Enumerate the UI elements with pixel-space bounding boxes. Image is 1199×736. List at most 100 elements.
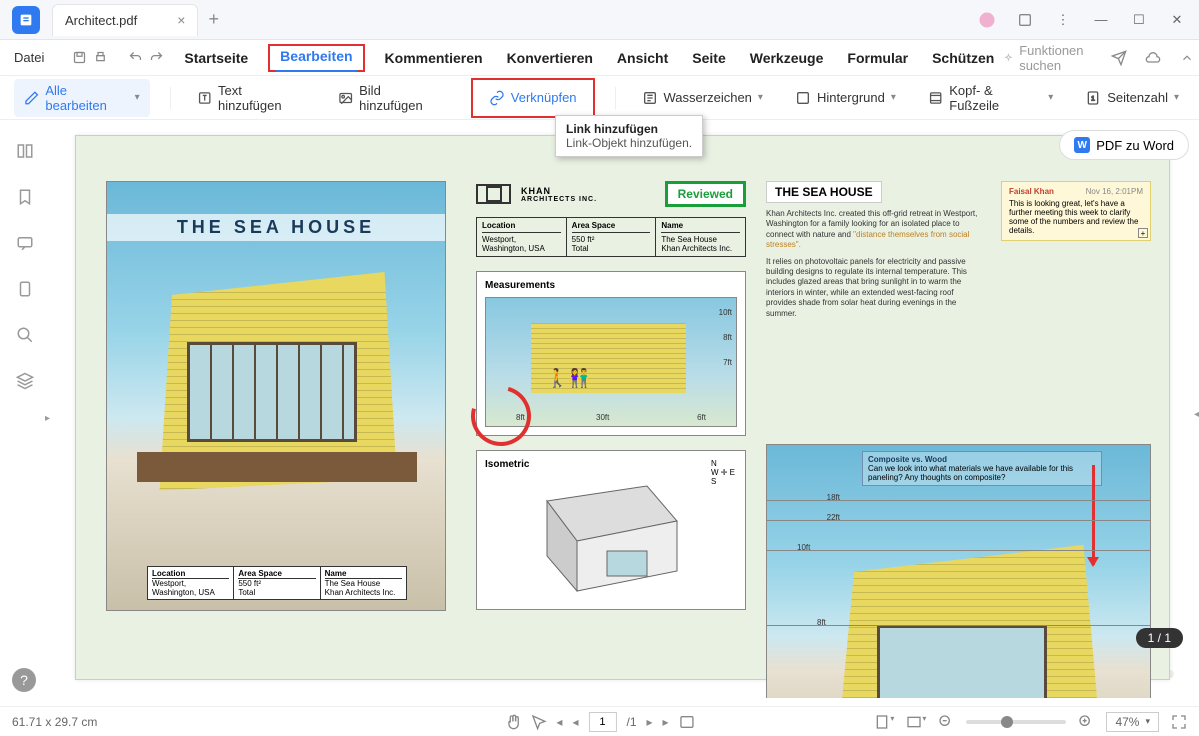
expand-sidebar-handle[interactable]: ▸: [45, 413, 50, 424]
app-logo: [12, 6, 40, 34]
print-icon[interactable]: [93, 48, 108, 68]
attachments-icon[interactable]: [14, 278, 36, 300]
tab-title: Architect.pdf: [65, 13, 137, 28]
close-window-button[interactable]: ✕: [1165, 8, 1189, 32]
prev-page-icon2[interactable]: ◂: [572, 715, 578, 729]
tab-schuetzen[interactable]: Schützen: [928, 44, 998, 72]
search-placeholder: Funktionen suchen: [1019, 43, 1088, 73]
sticky-time: Nov 16, 2:01PM: [1086, 187, 1143, 196]
annotated-render: Composite vs. Wood Can we look into what…: [766, 444, 1151, 698]
comments-icon[interactable]: [14, 232, 36, 254]
undo-icon[interactable]: [128, 48, 143, 68]
page-number-button[interactable]: 1 Seitenzahl ▾: [1079, 86, 1185, 110]
collapse-ribbon-icon[interactable]: [1177, 48, 1197, 68]
tab-werkzeuge[interactable]: Werkzeuge: [746, 44, 828, 72]
pdf-to-word-label: PDF zu Word: [1096, 138, 1174, 153]
company-name: KHAN: [521, 186, 597, 196]
sparkle-icon: [1004, 51, 1013, 65]
tab-kommentieren[interactable]: Kommentieren: [381, 44, 487, 72]
chevron-down-icon: ▾: [758, 92, 763, 103]
background-label: Hintergrund: [817, 90, 885, 105]
company-sub: ARCHITECTS INC.: [521, 196, 597, 203]
select-tool-icon[interactable]: [530, 714, 546, 730]
cloud-icon[interactable]: [1143, 48, 1163, 68]
sticky-note[interactable]: Faisal Khan Nov 16, 2:01PM This is looki…: [1001, 181, 1151, 241]
next-page-icon[interactable]: ▸: [647, 715, 653, 729]
chevron-down-icon: ▾: [891, 92, 896, 103]
search-functions[interactable]: Funktionen suchen: [1004, 43, 1088, 73]
link-button[interactable]: Verknüpfen: [483, 86, 583, 110]
isometric-render: [507, 481, 707, 601]
zoom-value: 47%: [1115, 715, 1139, 729]
company-logo-icon: [476, 184, 511, 204]
tab-formular[interactable]: Formular: [843, 44, 912, 72]
prev-page-icon[interactable]: ◂: [556, 715, 562, 729]
link-tooltip: Link hinzufügen Link-Objekt hinzufügen.: [555, 115, 703, 157]
close-tab-icon[interactable]: ×: [177, 12, 185, 28]
expand-right-panel-handle[interactable]: ◂: [1194, 409, 1199, 420]
pdf-to-word-button[interactable]: W PDF zu Word: [1059, 130, 1189, 160]
background-button[interactable]: Hintergrund ▾: [789, 86, 902, 110]
read-mode-icon[interactable]: [679, 714, 695, 730]
maximize-button[interactable]: ☐: [1127, 8, 1151, 32]
file-menu[interactable]: Datei: [14, 50, 44, 65]
tab-ansicht[interactable]: Ansicht: [613, 44, 672, 72]
header-footer-button[interactable]: Kopf- & Fußzeile ▾: [922, 79, 1059, 117]
document-tab[interactable]: Architect.pdf ×: [52, 4, 198, 36]
edit-all-label: Alle bearbeiten: [45, 83, 128, 113]
bookmarks-icon[interactable]: [14, 186, 36, 208]
fit-width-icon[interactable]: ▾: [874, 714, 894, 730]
layers-icon[interactable]: [14, 370, 36, 392]
watermark-button[interactable]: Wasserzeichen ▾: [636, 86, 769, 110]
tooltip-body: Link-Objekt hinzufügen.: [566, 136, 692, 150]
redo-icon[interactable]: [149, 48, 164, 68]
info-grid: LocationWestport, Washington, USA Area S…: [476, 217, 746, 257]
tab-bearbeiten[interactable]: Bearbeiten: [276, 42, 356, 72]
next-page-icon2[interactable]: ▸: [663, 715, 669, 729]
tab-konvertieren[interactable]: Konvertieren: [503, 44, 597, 72]
save-icon[interactable]: [72, 48, 87, 68]
help-button[interactable]: ?: [12, 668, 36, 692]
compass-icon: NW ✛ ES: [711, 459, 735, 486]
document-title: THE SEA HOUSE: [107, 214, 445, 241]
header-footer-icon: [928, 90, 943, 106]
edit-all-button[interactable]: Alle bearbeiten ▾: [14, 79, 150, 117]
word-icon: W: [1074, 137, 1090, 153]
tab-startseite[interactable]: Startseite: [180, 44, 252, 72]
link-icon: [489, 90, 505, 106]
chevron-down-icon: ▾: [135, 92, 140, 103]
add-image-button[interactable]: Bild hinzufügen: [332, 79, 451, 117]
search-icon[interactable]: [14, 324, 36, 346]
pencil-icon: [24, 90, 39, 106]
pdf-page: THE SEA HOUSE LocationWestport, Washingt…: [75, 135, 1170, 680]
tooltip-title: Link hinzufügen: [566, 122, 692, 136]
sticky-expand-icon[interactable]: +: [1138, 228, 1148, 238]
notes-icon[interactable]: [1013, 8, 1037, 32]
zoom-slider[interactable]: [966, 720, 1066, 724]
description-2: It relies on photovoltaic panels for ele…: [766, 257, 986, 319]
measurements-title: Measurements: [485, 280, 737, 291]
fit-page-icon[interactable]: ▾: [906, 714, 926, 730]
zoom-in-icon[interactable]: [1078, 714, 1094, 730]
minimize-button[interactable]: —: [1089, 8, 1113, 32]
red-circle-annotation: [460, 375, 542, 457]
page-total: /1: [626, 715, 636, 729]
page-dimensions: 61.71 x 29.7 cm: [12, 715, 97, 729]
watermark-icon: [642, 90, 658, 106]
tab-seite[interactable]: Seite: [688, 44, 729, 72]
reviewed-stamp: Reviewed: [665, 181, 746, 207]
send-icon[interactable]: [1109, 48, 1129, 68]
header-footer-label: Kopf- & Fußzeile: [949, 83, 1042, 113]
zoom-level-dropdown[interactable]: 47% ▾: [1106, 712, 1159, 732]
user-avatar-icon[interactable]: [975, 8, 999, 32]
hand-tool-icon[interactable]: [504, 714, 520, 730]
new-tab-button[interactable]: +: [208, 9, 219, 30]
add-text-button[interactable]: Text hinzufügen: [191, 79, 312, 117]
comment-annotation[interactable]: Composite vs. Wood Can we look into what…: [862, 451, 1102, 486]
page-number-input[interactable]: [588, 712, 616, 732]
fullscreen-icon[interactable]: [1171, 714, 1187, 730]
zoom-out-icon[interactable]: [938, 714, 954, 730]
more-icon[interactable]: ⋮: [1051, 8, 1075, 32]
thumbnails-icon[interactable]: [14, 140, 36, 162]
add-image-label: Bild hinzufügen: [359, 83, 445, 113]
